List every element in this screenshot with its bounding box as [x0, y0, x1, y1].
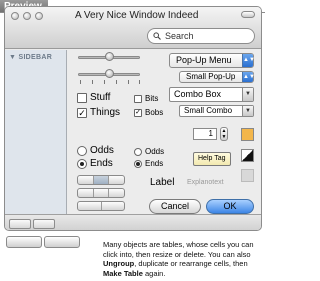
search-placeholder: Search — [165, 31, 194, 41]
segmented-control[interactable] — [77, 175, 125, 185]
sidebar: ▼ SIDEBAR — [5, 50, 67, 214]
segmented-control[interactable] — [77, 201, 125, 211]
radio-button[interactable] — [77, 145, 87, 156]
gray-well[interactable] — [241, 169, 254, 182]
checkbox-label: Bits — [145, 94, 159, 103]
window-title: A Very Nice Window Indeed — [75, 10, 199, 21]
radio-ends[interactable]: Ends — [77, 158, 113, 169]
slider-ticks — [80, 80, 140, 84]
combo-box-value: Combo Box — [174, 89, 222, 99]
radio-label: Odds — [145, 147, 165, 156]
window-bottom-bar — [5, 214, 261, 230]
segmented-control[interactable] — [77, 188, 125, 198]
bottom-button[interactable] — [33, 219, 55, 229]
updown-arrow-icon: ▲▼ — [242, 54, 255, 67]
field-label: Label — [150, 177, 175, 188]
checkbox-bobs[interactable]: ✓ Bobs — [134, 108, 163, 117]
updown-arrow-icon: ▲▼ — [242, 72, 255, 82]
close-icon[interactable] — [11, 12, 19, 20]
contrast-well[interactable] — [241, 149, 254, 162]
zoom-icon[interactable] — [35, 12, 43, 20]
toolbar-toggle-icon[interactable] — [241, 11, 255, 18]
checkbox-box[interactable] — [134, 94, 142, 103]
radio-odds[interactable]: Odds — [77, 145, 114, 156]
slider-ticked-knob[interactable] — [105, 69, 114, 78]
popup-menu-value: Pop-Up Menu — [176, 55, 232, 65]
window: A Very Nice Window Indeed Search ▼ SIDEB… — [4, 6, 262, 231]
checkbox-things[interactable]: ✓ Things — [77, 107, 120, 118]
stepper-arrows-icon[interactable]: ▲ ▼ — [220, 127, 228, 141]
radio-label: Ends — [90, 158, 113, 169]
checkbox-box[interactable] — [77, 92, 87, 103]
radio-odds-small[interactable]: Odds — [134, 147, 164, 156]
small-combo[interactable]: Small Combo ▼ — [179, 105, 254, 117]
slider-knob[interactable] — [105, 52, 114, 61]
checkbox-label: Stuff — [90, 92, 111, 103]
small-combo-value: Small Combo — [184, 106, 233, 115]
ungroup-button[interactable] — [6, 236, 42, 248]
small-popup-value: Small Pop-Up — [186, 72, 236, 81]
search-field[interactable]: Search — [147, 28, 255, 44]
sidebar-heading[interactable]: ▼ SIDEBAR — [9, 54, 52, 61]
help-tag: Help Tag — [193, 152, 231, 166]
checkbox-label: Things — [90, 107, 121, 118]
radio-label: Odds — [90, 145, 114, 156]
checkmark-icon[interactable]: ✓ — [77, 107, 87, 118]
checkbox-stuff[interactable]: Stuff — [77, 92, 110, 103]
search-icon — [153, 32, 161, 40]
bottom-button[interactable] — [9, 219, 31, 229]
explanotext: Explanotext — [187, 179, 224, 186]
radio-button[interactable] — [134, 159, 142, 168]
checkbox-bits[interactable]: Bits — [134, 94, 158, 103]
chevron-down-icon[interactable]: ▼ — [242, 88, 253, 101]
instruction-caption: Many objects are tables, whose cells you… — [103, 240, 254, 278]
radio-button[interactable] — [77, 158, 87, 169]
chevron-down-icon[interactable]: ▼ — [242, 106, 253, 116]
minimize-icon[interactable] — [23, 12, 31, 20]
color-well[interactable] — [241, 128, 254, 141]
ok-button[interactable]: OK — [206, 199, 254, 214]
cancel-button[interactable]: Cancel — [149, 199, 201, 214]
radio-label: Ends — [145, 159, 164, 168]
checkmark-icon[interactable]: ✓ — [134, 108, 142, 117]
stepper-field[interactable]: 1 — [193, 128, 217, 140]
radio-ends-small[interactable]: Ends — [134, 159, 163, 168]
popup-menu[interactable]: Pop-Up Menu ▲▼ — [169, 53, 255, 68]
small-popup[interactable]: Small Pop-Up ▲▼ — [179, 71, 255, 83]
duplicate-button[interactable] — [44, 236, 80, 248]
checkbox-label: Bobs — [145, 108, 164, 117]
combo-box[interactable]: Combo Box ▼ — [169, 87, 254, 102]
window-controls — [11, 12, 43, 20]
radio-button[interactable] — [134, 147, 142, 156]
